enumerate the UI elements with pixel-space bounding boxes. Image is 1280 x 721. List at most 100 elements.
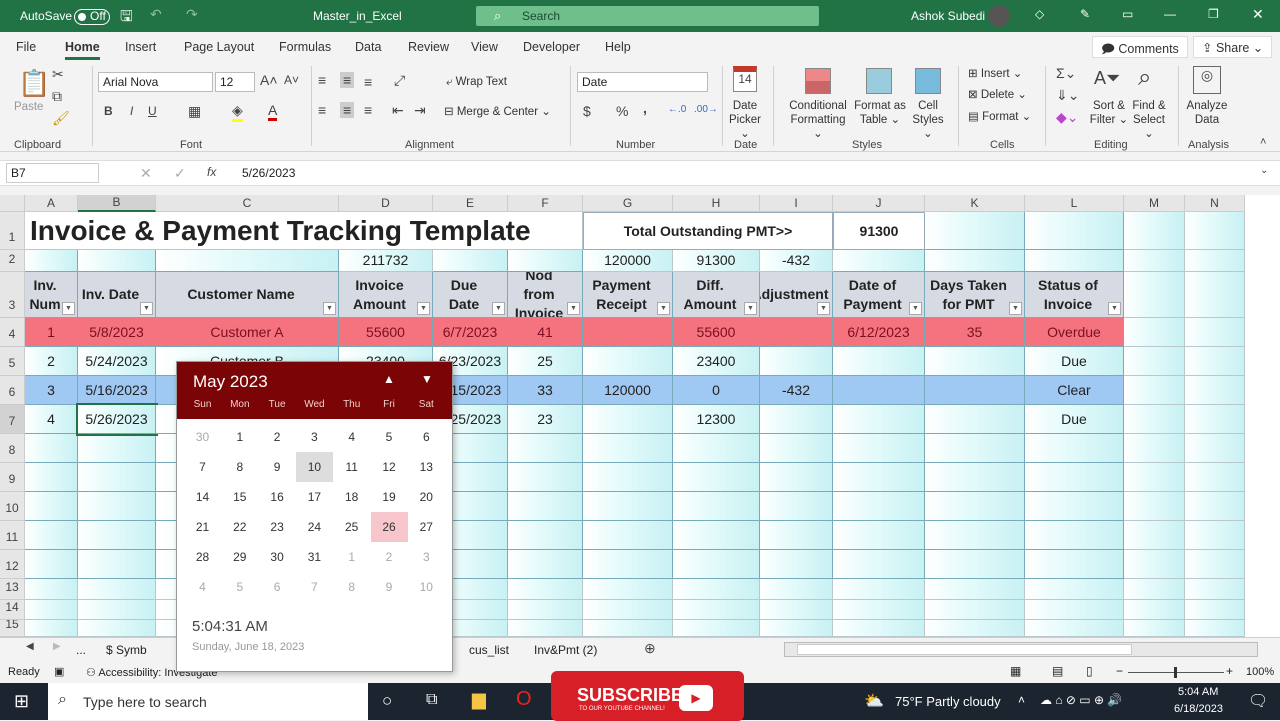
table-cell[interactable] [583,405,673,434]
paste-button[interactable]: Paste [14,100,43,114]
bold-button[interactable]: B [104,104,113,118]
table-cell[interactable] [833,405,925,434]
cell[interactable] [833,492,925,521]
cell[interactable] [25,434,78,463]
table-cell[interactable]: Due [1025,347,1124,376]
table-cell[interactable]: 41 [508,318,583,347]
calendar-day[interactable]: 10 [408,572,445,602]
row-header-14[interactable]: 14 [0,600,25,620]
cell[interactable] [1124,600,1185,620]
cell[interactable] [1185,405,1245,434]
orientation-icon[interactable]: ⤢ [394,72,405,89]
cell[interactable] [1025,579,1124,600]
insert-cells-button[interactable]: ⊞ Insert ⌄ [968,67,1022,81]
summary-d[interactable]: 211732 [339,250,433,272]
cell[interactable] [925,463,1025,492]
row-header-13[interactable]: 13 [0,579,25,600]
table-cell[interactable]: 120000 [583,376,673,405]
cell[interactable] [1124,492,1185,521]
calendar-day[interactable]: 6 [259,572,296,602]
cell[interactable] [78,492,156,521]
table-cell[interactable] [925,347,1025,376]
enter-icon[interactable]: ✓ [174,165,186,182]
cell[interactable] [1025,550,1124,579]
decrease-indent-icon[interactable]: ⇤ [392,102,404,119]
cell[interactable] [760,492,833,521]
cell[interactable] [508,463,583,492]
calendar-day[interactable]: 8 [221,452,258,482]
table-cell[interactable] [833,376,925,405]
calendar-day[interactable]: 2 [259,422,296,452]
calendar-day[interactable]: 23 [259,512,296,542]
minimize-icon[interactable]: — [1164,7,1176,21]
select-all-corner[interactable] [0,195,25,212]
filter-dropdown-icon[interactable]: ▼ [140,302,153,315]
table-cell[interactable]: 5/8/2023 [78,318,156,347]
cell[interactable] [508,434,583,463]
table-header[interactable]: Status of Invoice ▼ [1025,272,1124,318]
cell[interactable] [1185,463,1245,492]
formula-input[interactable]: 5/26/2023 [242,166,295,180]
ribbon-display-icon[interactable]: ▭ [1122,7,1133,21]
cell[interactable] [1185,318,1245,347]
cell[interactable] [1124,212,1185,250]
cell[interactable] [25,600,78,620]
filter-dropdown-icon[interactable]: ▼ [657,302,670,315]
column-header-d[interactable]: D [339,195,433,212]
cell[interactable] [833,600,925,620]
cell[interactable] [1185,579,1245,600]
previous-month-icon[interactable]: ▲ [383,372,395,386]
undo-icon[interactable]: ↶ [150,6,162,23]
copy-icon[interactable]: ⧉ [52,88,62,105]
calendar-day[interactable]: 29 [221,542,258,572]
autosave-toggle[interactable]: Off [74,9,110,25]
table-header[interactable]: Adjustment▼ [760,272,833,318]
total-outstanding-value[interactable]: 91300 [833,212,925,250]
zoom-slider[interactable] [1128,667,1224,678]
cell[interactable] [78,521,156,550]
calendar-day[interactable]: 3 [296,422,333,452]
filter-dropdown-icon[interactable]: ▼ [817,302,830,315]
cell[interactable] [833,579,925,600]
table-cell[interactable]: 55600 [673,318,760,347]
cell[interactable] [673,550,760,579]
table-header[interactable]: Customer Name ▼ [156,272,339,318]
cell[interactable] [760,550,833,579]
tray-icons[interactable]: ☁ ⌂ ⊘ ▭ ⊕ 🔊 [1040,693,1122,707]
filter-dropdown-icon[interactable]: ▼ [417,302,430,315]
calendar-day[interactable]: 14 [184,482,221,512]
row-header-12[interactable]: 12 [0,550,25,579]
row-header-8[interactable]: 8 [0,434,25,463]
underline-button[interactable]: U [148,104,157,118]
column-header-a[interactable]: A [25,195,78,212]
calendar-day[interactable]: 2 [371,542,408,572]
calendar-day[interactable]: 30 [259,542,296,572]
table-cell[interactable]: 23 [508,405,583,434]
font-color-icon[interactable]: A [268,102,278,121]
tab-developer[interactable]: Developer [523,40,580,54]
cell[interactable] [78,250,156,272]
close-icon[interactable]: ✕ [1252,6,1264,23]
cell[interactable] [508,600,583,620]
calendar-day[interactable]: 9 [371,572,408,602]
cell[interactable] [1124,250,1185,272]
table-cell[interactable]: 25 [508,347,583,376]
cell[interactable] [673,492,760,521]
summary-i[interactable]: -432 [760,250,833,272]
table-cell[interactable]: 5/26/2023 [76,403,158,436]
font-size-select[interactable]: 12 [215,72,255,92]
opera-icon[interactable]: O [516,688,532,711]
table-header[interactable]: Due Date ▼ [433,272,508,318]
cell[interactable] [1124,376,1185,405]
filter-dropdown-icon[interactable]: ▼ [567,302,580,315]
calendar-day[interactable]: 20 [408,482,445,512]
row-header-15[interactable]: 15 [0,620,25,637]
calendar-day[interactable]: 19 [371,482,408,512]
increase-decimal-icon[interactable]: ←.0 [668,104,686,115]
sheet-tab-symb[interactable]: $ Symb [106,643,147,657]
calendar-day[interactable]: 4 [184,572,221,602]
clear-icon[interactable]: ◆⌄ [1056,109,1079,126]
cell[interactable] [583,463,673,492]
calendar-day[interactable]: 9 [259,452,296,482]
analyze-data-button[interactable]: Analyze Data [1185,99,1229,127]
